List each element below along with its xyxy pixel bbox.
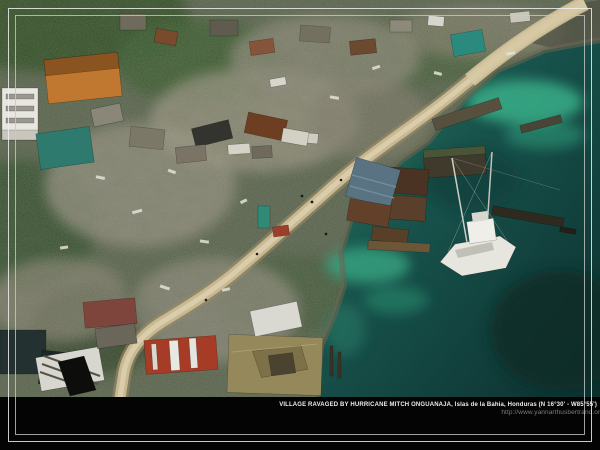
photo-caption: VILLAGE RAVAGED BY HURRICANE MITCH ONGUA… [279, 402, 597, 408]
aerial-photo: VILLAGE RAVAGED BY HURRICANE MITCH ONGUA… [0, 0, 600, 450]
credit-url: http://www.yannarthusbertrand.org [501, 409, 600, 416]
teal-roof-building [36, 126, 94, 169]
white-building [2, 88, 38, 140]
olive-hip-roof-building [227, 334, 323, 395]
boat-cabin [467, 218, 497, 244]
wallpaper-image: VILLAGE RAVAGED BY HURRICANE MITCH ONGUA… [0, 0, 600, 450]
red-roof-building [144, 336, 218, 375]
